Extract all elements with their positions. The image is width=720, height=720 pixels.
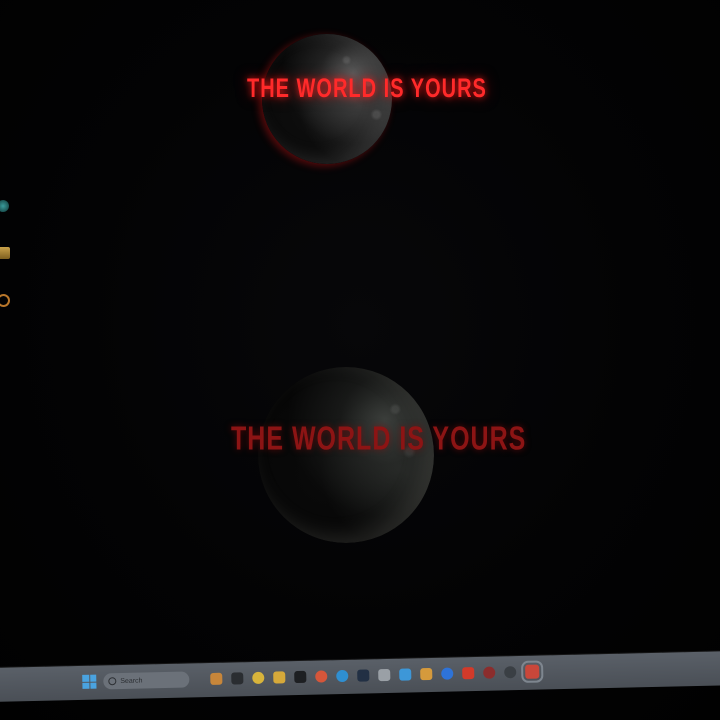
windows-logo-icon-part: [89, 674, 97, 682]
youtube-icon[interactable]: [462, 667, 475, 680]
record-icon[interactable]: [483, 666, 496, 679]
folder-icon: [0, 247, 10, 259]
search-icon: [108, 677, 117, 686]
app-icon-teal: [0, 200, 9, 212]
windows-logo-icon-part: [89, 682, 97, 689]
cat-app-icon[interactable]: [420, 667, 433, 681]
wallpaper-slogan-bottom: THE WORLD IS YOURS: [231, 419, 527, 458]
taskbar-pinned-apps: [210, 660, 544, 686]
chrome-icon[interactable]: [252, 671, 265, 685]
desktop-icon-browser[interactable]: [0, 294, 14, 316]
facebook-icon[interactable]: [441, 667, 454, 680]
windows-logo-icon: [82, 674, 89, 682]
settings-icon[interactable]: [504, 666, 517, 679]
taskbar: Search: [0, 650, 720, 702]
animal-app-icon[interactable]: [210, 672, 223, 686]
desktop-icon-app[interactable]: [0, 200, 14, 222]
windows-logo-icon-part: [82, 682, 89, 689]
brave-icon[interactable]: [315, 670, 328, 683]
file-explorer-icon[interactable]: [273, 671, 286, 684]
wallpaper-slogan-top: THE WORLD IS YOURS: [247, 73, 487, 104]
desktop-icon-folder[interactable]: [0, 247, 14, 269]
controller-icon[interactable]: [378, 668, 391, 682]
browser-icon-orange: [0, 294, 10, 307]
task-view-icon[interactable]: [231, 672, 244, 685]
taskbar-app-row: Search: [82, 660, 544, 690]
search-placeholder: Search: [120, 677, 143, 685]
edge-icon[interactable]: [336, 669, 349, 683]
media-app-icon[interactable]: [294, 670, 307, 684]
paint-icon[interactable]: [399, 668, 412, 681]
desktop-screen: THE WORLD IS YOURS THE WORLD IS YOURS Se…: [0, 0, 720, 720]
store-icon[interactable]: [357, 669, 370, 682]
start-button[interactable]: [82, 674, 97, 689]
taskbar-search-box[interactable]: Search: [103, 671, 190, 690]
active-app-icon[interactable]: [520, 660, 544, 683]
